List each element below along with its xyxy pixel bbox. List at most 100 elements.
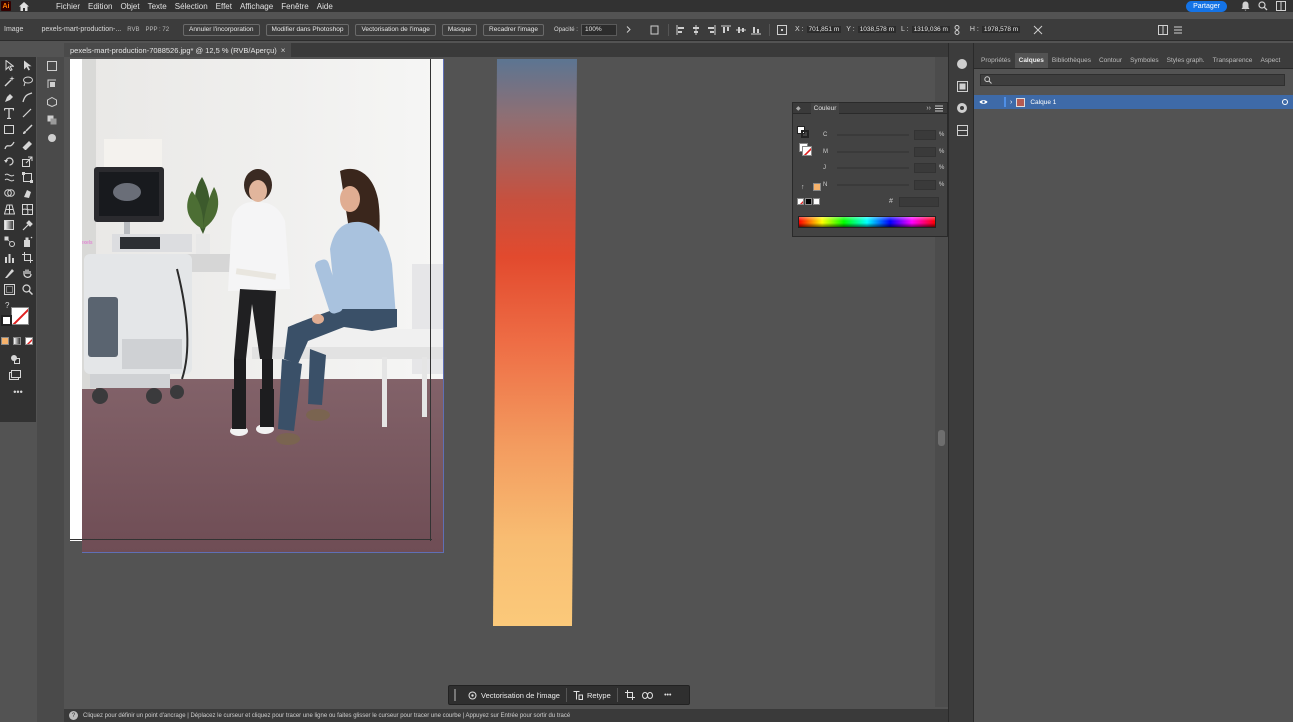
share-button[interactable]: Partager <box>1186 0 1227 12</box>
close-tab-icon[interactable]: × <box>281 46 286 55</box>
fill-stroke-widget[interactable]: ? <box>0 301 36 335</box>
symbol-sprayer-tool-icon[interactable] <box>18 233 36 249</box>
crop-icon[interactable] <box>622 687 638 703</box>
artboard-tool-icon[interactable] <box>18 249 36 265</box>
chevron-right-icon[interactable]: › <box>1010 99 1012 106</box>
tab-styles-graphiques[interactable]: Styles graph. <box>1163 57 1209 68</box>
tab-bibliotheques[interactable]: Bibliothèques <box>1048 57 1095 68</box>
drag-handle[interactable] <box>454 689 456 701</box>
shape-builder-tool-icon[interactable] <box>0 185 18 201</box>
help-icon[interactable]: ? <box>69 711 78 720</box>
last-color-swatch[interactable] <box>813 183 821 191</box>
slice-tool-icon[interactable] <box>0 265 18 281</box>
channel-j-row[interactable]: J% <box>823 163 947 173</box>
layer-row[interactable]: › Calque 1 <box>974 95 1293 109</box>
type-tool-icon[interactable] <box>0 105 18 121</box>
scale-tool-icon[interactable] <box>18 153 36 169</box>
reference-point-icon[interactable] <box>777 24 788 35</box>
learn-icon[interactable] <box>949 53 975 75</box>
zoom-tool-icon[interactable] <box>18 281 36 297</box>
channel-n-input[interactable] <box>914 180 936 190</box>
draw-mode-icon[interactable] <box>6 351 24 367</box>
transform-panel-icon[interactable] <box>40 75 64 93</box>
lasso-tool-icon[interactable] <box>18 73 36 89</box>
rectangle-tool-icon[interactable] <box>0 121 18 137</box>
perspective-grid-tool-icon[interactable] <box>0 201 18 217</box>
direct-selection-tool-icon[interactable] <box>18 57 36 73</box>
more-options-icon[interactable]: ••• <box>658 687 678 703</box>
screen-mode-icon[interactable] <box>6 367 24 383</box>
menu-item-texte[interactable]: Texte <box>144 2 171 11</box>
default-colors-icon[interactable] <box>799 143 813 157</box>
color-panel-title[interactable]: Couleur <box>810 102 840 114</box>
crop-image-button[interactable]: Recadrer l'image <box>483 23 544 36</box>
hand-tool-icon[interactable] <box>18 265 36 281</box>
collapse-panel-icon[interactable]: ›› <box>926 105 931 112</box>
hex-input[interactable] <box>899 197 939 207</box>
link-icon[interactable] <box>640 687 656 703</box>
retype-button[interactable]: Retype <box>567 687 617 703</box>
layers-search-input[interactable] <box>980 74 1285 86</box>
vectorize-task-button[interactable]: Vectorisation de l'image <box>462 687 566 703</box>
edit-photoshop-button[interactable]: Modifier dans Photoshop <box>265 23 350 36</box>
width-field[interactable]: L :1319,036 m <box>901 26 950 33</box>
pathfinder-icon[interactable] <box>40 111 64 129</box>
link-proportions-icon[interactable] <box>952 24 963 35</box>
mesh-tool-icon[interactable] <box>18 201 36 217</box>
menu-item-aide[interactable]: Aide <box>313 2 337 11</box>
transform-icon[interactable] <box>1032 24 1043 35</box>
more-tools-icon[interactable]: ••• <box>0 387 36 397</box>
curvature-tool-icon[interactable] <box>18 89 36 105</box>
collapse-icon[interactable]: ◆ <box>796 105 801 112</box>
print-tiling-tool-icon[interactable] <box>0 281 18 297</box>
tab-calques[interactable]: Calques <box>1014 53 1048 68</box>
selection-tool-icon[interactable] <box>0 57 18 73</box>
menu-item-fichier[interactable]: Fichier <box>52 2 84 11</box>
document-tab[interactable]: pexels-mart-production-7088526.jpg* @ 12… <box>64 43 292 57</box>
magic-wand-tool-icon[interactable] <box>0 73 18 89</box>
line-tool-icon[interactable] <box>18 105 36 121</box>
stroke-swatch[interactable] <box>1 315 12 326</box>
layers-panel-icon[interactable] <box>949 119 975 141</box>
vectorize-button[interactable]: Vectorisation de l'image <box>355 23 436 36</box>
tab-aspect[interactable]: Aspect <box>1256 57 1284 68</box>
artboards-icon[interactable] <box>40 57 64 75</box>
bell-icon[interactable] <box>1239 0 1251 12</box>
eye-icon[interactable] <box>974 99 992 105</box>
x-field[interactable]: X :701,851 m <box>795 26 842 33</box>
gradient-tool-icon[interactable] <box>0 217 18 233</box>
menu-item-affichage[interactable]: Affichage <box>236 2 277 11</box>
panel-menu-icon[interactable] <box>935 104 944 113</box>
layer-target-icon[interactable] <box>1282 99 1288 105</box>
libraries-panel-icon[interactable] <box>949 97 975 119</box>
channel-j-input[interactable] <box>914 163 936 173</box>
align-bottom-icon[interactable] <box>751 24 762 35</box>
fill-stroke-mini[interactable] <box>797 126 811 140</box>
menu-item-selection[interactable]: Sélection <box>171 2 212 11</box>
menu-item-fenetre[interactable]: Fenêtre <box>277 2 313 11</box>
tab-symboles[interactable]: Symboles <box>1126 57 1163 68</box>
free-transform-tool-icon[interactable] <box>18 169 36 185</box>
tab-contour[interactable]: Contour <box>1095 57 1126 68</box>
channel-c-input[interactable] <box>914 130 936 140</box>
linked-file-link[interactable]: pexels-mart-production-... <box>41 26 121 33</box>
height-value[interactable]: 1978,578 m <box>981 26 1021 33</box>
pen-tool-icon[interactable] <box>0 89 18 105</box>
menu-item-edition[interactable]: Edition <box>84 2 116 11</box>
color-mode-icon[interactable] <box>1 337 9 345</box>
search-icon[interactable] <box>1257 0 1269 12</box>
appearance-icon[interactable] <box>40 129 64 147</box>
layer-name[interactable]: Calque 1 <box>1030 99 1056 106</box>
tab-transparence[interactable]: Transparence <box>1209 57 1257 68</box>
y-value[interactable]: 1038,578 m <box>857 26 897 33</box>
opacity-input[interactable]: 100% <box>580 23 617 36</box>
channel-n-row[interactable]: N% <box>823 180 947 190</box>
home-icon[interactable] <box>18 1 29 11</box>
panel-grid-icon[interactable] <box>1157 24 1168 35</box>
black-swatch[interactable] <box>805 198 812 205</box>
shaper-tool-icon[interactable] <box>0 137 18 153</box>
chevron-right-icon[interactable] <box>623 24 634 35</box>
warp-tool-icon[interactable] <box>0 169 18 185</box>
y-field[interactable]: Y :1038,578 m <box>846 26 897 33</box>
align-right-icon[interactable] <box>706 24 717 35</box>
